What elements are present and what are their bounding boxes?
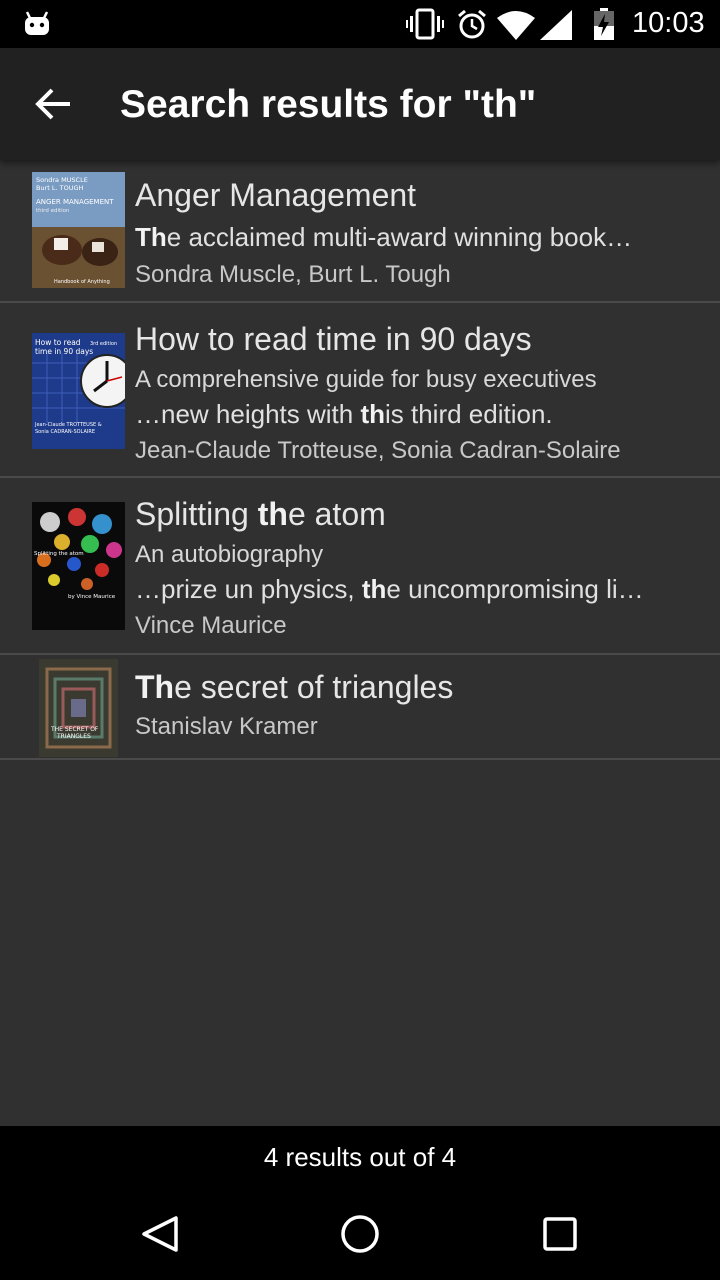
svg-text:Jean-Claude TROTTEUSE &: Jean-Claude TROTTEUSE & [34, 422, 102, 428]
svg-text:Sondra MUSCLE: Sondra MUSCLE [36, 176, 88, 184]
home-circle-icon [341, 1215, 379, 1253]
app-bar: Search results for "th" [0, 48, 720, 160]
status-clock: 10:03 [632, 7, 705, 39]
back-nav-button[interactable] [136, 1210, 184, 1258]
svg-text:third edition: third edition [36, 208, 70, 214]
svg-text:THE SECRET OF: THE SECRET OF [50, 726, 99, 733]
anger-management-cover: Sondra MUSCLE Burt L. TOUGH ANGER MANAGE… [32, 172, 125, 288]
book-excerpt: …prize un physics, the uncompromising li… [135, 574, 644, 604]
back-button[interactable] [22, 80, 90, 128]
svg-text:Sonia CADRAN-SOLAIRE: Sonia CADRAN-SOLAIRE [35, 429, 95, 435]
book-subtitle: A comprehensive guide for busy executive… [135, 366, 597, 393]
recents-square-icon [543, 1217, 577, 1251]
svg-text:3rd edition: 3rd edition [90, 341, 117, 347]
result-item-how-to-read-time[interactable]: How to read time in 90 days Jean-Claude … [0, 303, 720, 478]
book-title: The secret of triangles [135, 669, 454, 705]
book-description: The acclaimed multi-award winning book… [135, 222, 633, 252]
page-title: Search results for "th" [120, 83, 537, 126]
cell-signal-icon [540, 10, 572, 40]
back-triangle-icon [142, 1216, 178, 1252]
book-subtitle: An autobiography [135, 541, 324, 568]
svg-text:How to read: How to read [35, 338, 81, 347]
status-bar: 10:03 [0, 0, 720, 48]
arrow-back-icon [35, 88, 70, 120]
book-title: Splitting the atom [135, 496, 386, 532]
splitting-the-atom-cover: Splitting the atom by Vince Maurice [32, 502, 125, 630]
book-authors: Stanislav Kramer [135, 713, 318, 740]
alarm-icon [458, 9, 486, 39]
navigation-bar [0, 1188, 720, 1280]
book-authors: Jean-Claude Trotteuse, Sonia Cadran-Sola… [135, 437, 621, 464]
svg-text:Splitting the atom: Splitting the atom [34, 551, 84, 557]
result-item-anger-management[interactable]: Sondra MUSCLE Burt L. TOUGH ANGER MANAGE… [0, 160, 720, 303]
svg-text:Burt L. TOUGH: Burt L. TOUGH [36, 184, 84, 192]
svg-text:by Vince Maurice: by Vince Maurice [68, 594, 116, 600]
results-count: 4 results out of 4 [263, 1142, 457, 1172]
how-to-read-time-cover: How to read time in 90 days Jean-Claude … [32, 333, 125, 449]
result-item-splitting-the-atom[interactable]: Splitting the atom by Vince Maurice Spli… [0, 478, 720, 655]
svg-text:TRIANGLES: TRIANGLES [56, 733, 91, 740]
book-excerpt: …new heights with this third edition. [135, 399, 553, 429]
home-nav-button[interactable] [336, 1210, 384, 1258]
svg-text:Handbook of Anything: Handbook of Anything [54, 279, 110, 285]
result-item-secret-of-triangles[interactable]: THE SECRET OF TRIANGLES The secret of tr… [0, 655, 720, 760]
results-list: Sondra MUSCLE Burt L. TOUGH ANGER MANAGE… [0, 160, 720, 760]
book-authors: Vince Maurice [135, 612, 287, 639]
svg-text:time in 90 days: time in 90 days [35, 347, 93, 356]
battery-charging-icon [594, 8, 614, 40]
wifi-icon [497, 11, 535, 40]
recents-nav-button[interactable] [536, 1210, 584, 1258]
book-title: How to read time in 90 days [135, 321, 532, 357]
secret-of-triangles-cover: THE SECRET OF TRIANGLES [39, 659, 118, 757]
vibrate-icon [406, 8, 444, 40]
results-count-bar: 4 results out of 4 [0, 1126, 720, 1188]
book-authors: Sondra Muscle, Burt L. Tough [135, 261, 451, 288]
android-notification-icon [25, 11, 49, 35]
book-title: Anger Management [135, 177, 417, 213]
svg-text:ANGER MANAGEMENT: ANGER MANAGEMENT [36, 198, 114, 206]
